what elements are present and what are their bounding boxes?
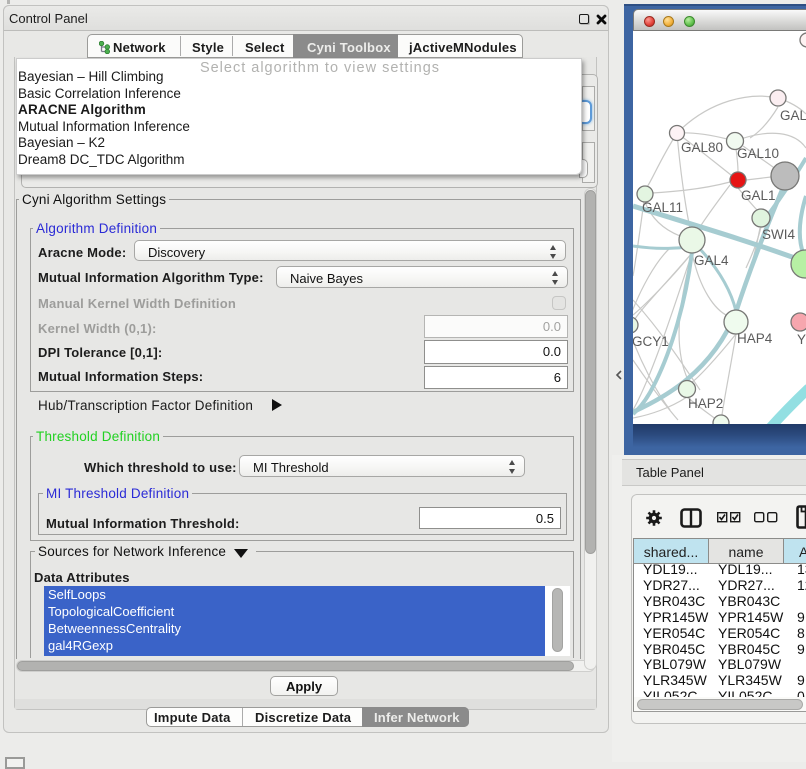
svg-text:HAP2: HAP2 (688, 396, 723, 411)
svg-text:GAL11: GAL11 (642, 200, 683, 215)
svg-text:GAL10: GAL10 (737, 146, 779, 161)
svg-text:Y: Y (797, 332, 806, 347)
svg-text:GCY1: GCY1 (633, 334, 669, 349)
svg-text:SWI4: SWI4 (762, 227, 795, 242)
svg-text:HAP4: HAP4 (737, 331, 773, 346)
svg-text:GAL8: GAL8 (780, 108, 806, 123)
svg-text:GAL1: GAL1 (741, 188, 776, 203)
svg-text:GAL4: GAL4 (694, 253, 729, 268)
svg-text:GAL80: GAL80 (681, 140, 723, 155)
